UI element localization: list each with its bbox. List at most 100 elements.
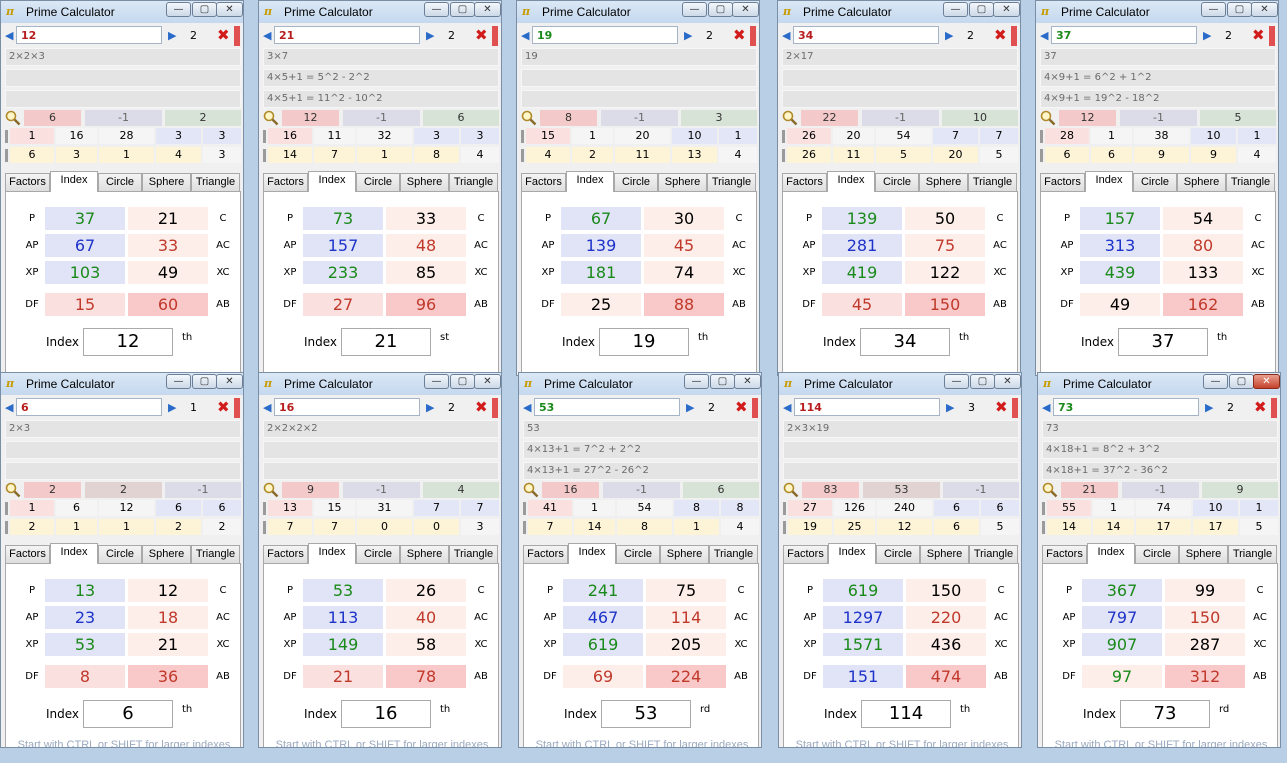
tab-index[interactable]: Index — [828, 543, 876, 564]
next-number-icon[interactable]: ▶ — [946, 401, 954, 414]
previous-number-icon[interactable]: ◀ — [263, 29, 271, 42]
index-input[interactable]: 37 — [1118, 328, 1208, 356]
title-bar[interactable]: π Prime Calculator — ▢ ✕ — [778, 1, 1020, 23]
tab-factors[interactable]: Factors — [1040, 173, 1085, 191]
tab-index[interactable]: Index — [308, 171, 356, 192]
close-window-button[interactable]: ✕ — [734, 374, 761, 389]
maximize-button[interactable]: ▢ — [1227, 2, 1252, 17]
search-icon[interactable] — [782, 110, 798, 126]
previous-number-icon[interactable]: ◀ — [783, 401, 791, 414]
clear-icon[interactable]: ✖ — [1254, 398, 1267, 416]
next-number-icon[interactable]: ▶ — [168, 29, 176, 42]
tab-sphere[interactable]: Sphere — [142, 173, 191, 191]
tab-factors[interactable]: Factors — [523, 545, 568, 563]
tab-circle[interactable]: Circle — [616, 545, 660, 563]
search-icon[interactable] — [1042, 482, 1058, 498]
next-number-icon[interactable]: ▶ — [426, 401, 434, 414]
tab-index[interactable]: Index — [50, 543, 98, 564]
tab-sphere[interactable]: Sphere — [920, 545, 969, 563]
next-number-icon[interactable]: ▶ — [945, 29, 953, 42]
close-window-button[interactable]: ✕ — [1253, 374, 1280, 389]
tab-factors[interactable]: Factors — [783, 545, 828, 563]
minimize-button[interactable]: — — [166, 374, 191, 389]
tab-sphere[interactable]: Sphere — [142, 545, 191, 563]
clear-icon[interactable]: ✖ — [994, 26, 1007, 44]
close-window-button[interactable]: ✕ — [993, 2, 1020, 17]
tab-circle[interactable]: Circle — [875, 173, 919, 191]
clear-icon[interactable]: ✖ — [735, 398, 748, 416]
index-input[interactable]: 16 — [341, 700, 431, 728]
search-icon[interactable] — [5, 482, 21, 498]
previous-number-icon[interactable]: ◀ — [5, 401, 13, 414]
number-input[interactable]: 34 — [793, 26, 939, 44]
tab-circle[interactable]: Circle — [98, 173, 142, 191]
tab-factors[interactable]: Factors — [521, 173, 566, 191]
number-input[interactable]: 12 — [16, 26, 162, 44]
clear-icon[interactable]: ✖ — [217, 398, 230, 416]
number-input[interactable]: 53 — [534, 398, 680, 416]
previous-number-icon[interactable]: ◀ — [523, 401, 531, 414]
index-input[interactable]: 34 — [860, 328, 950, 356]
index-input[interactable]: 114 — [861, 700, 951, 728]
close-window-button[interactable]: ✕ — [732, 2, 759, 17]
tab-index[interactable]: Index — [1087, 543, 1135, 564]
previous-number-icon[interactable]: ◀ — [1040, 29, 1048, 42]
clear-icon[interactable]: ✖ — [995, 398, 1008, 416]
clear-icon[interactable]: ✖ — [475, 26, 488, 44]
maximize-button[interactable]: ▢ — [1229, 374, 1254, 389]
maximize-button[interactable]: ▢ — [192, 374, 217, 389]
minimize-button[interactable]: — — [682, 2, 707, 17]
index-input[interactable]: 73 — [1120, 700, 1210, 728]
tab-index[interactable]: Index — [308, 543, 356, 564]
number-input[interactable]: 37 — [1051, 26, 1197, 44]
maximize-button[interactable]: ▢ — [969, 2, 994, 17]
next-number-icon[interactable]: ▶ — [168, 401, 176, 414]
previous-number-icon[interactable]: ◀ — [782, 29, 790, 42]
next-number-icon[interactable]: ▶ — [684, 29, 692, 42]
tab-circle[interactable]: Circle — [876, 545, 920, 563]
tab-triangle[interactable]: Triangle — [707, 173, 756, 191]
tab-factors[interactable]: Factors — [782, 173, 827, 191]
number-input[interactable]: 19 — [532, 26, 678, 44]
minimize-button[interactable]: — — [1203, 374, 1228, 389]
search-icon[interactable] — [783, 482, 799, 498]
clear-icon[interactable]: ✖ — [475, 398, 488, 416]
previous-number-icon[interactable]: ◀ — [1042, 401, 1050, 414]
minimize-button[interactable]: — — [424, 2, 449, 17]
tab-index[interactable]: Index — [827, 171, 875, 192]
tab-triangle[interactable]: Triangle — [191, 545, 240, 563]
title-bar[interactable]: π Prime Calculator — ▢ ✕ — [1038, 373, 1280, 395]
maximize-button[interactable]: ▢ — [450, 2, 475, 17]
tab-circle[interactable]: Circle — [356, 173, 400, 191]
next-number-icon[interactable]: ▶ — [686, 401, 694, 414]
number-input[interactable]: 114 — [794, 398, 940, 416]
number-input[interactable]: 16 — [274, 398, 420, 416]
tab-triangle[interactable]: Triangle — [1228, 545, 1277, 563]
tab-sphere[interactable]: Sphere — [919, 173, 968, 191]
minimize-button[interactable]: — — [943, 2, 968, 17]
search-icon[interactable] — [523, 482, 539, 498]
close-window-button[interactable]: ✕ — [474, 2, 501, 17]
close-window-button[interactable]: ✕ — [994, 374, 1021, 389]
minimize-button[interactable]: — — [166, 2, 191, 17]
search-icon[interactable] — [521, 110, 537, 126]
tab-sphere[interactable]: Sphere — [1179, 545, 1228, 563]
clear-icon[interactable]: ✖ — [217, 26, 230, 44]
tab-index[interactable]: Index — [1085, 171, 1133, 192]
title-bar[interactable]: π Prime Calculator — ▢ ✕ — [519, 373, 761, 395]
maximize-button[interactable]: ▢ — [970, 374, 995, 389]
title-bar[interactable]: π Prime Calculator — ▢ ✕ — [779, 373, 1021, 395]
next-number-icon[interactable]: ▶ — [426, 29, 434, 42]
previous-number-icon[interactable]: ◀ — [521, 29, 529, 42]
tab-factors[interactable]: Factors — [263, 173, 308, 191]
search-icon[interactable] — [263, 482, 279, 498]
previous-number-icon[interactable]: ◀ — [263, 401, 271, 414]
title-bar[interactable]: π Prime Calculator — ▢ ✕ — [517, 1, 759, 23]
title-bar[interactable]: π Prime Calculator — ▢ ✕ — [1036, 1, 1278, 23]
number-input[interactable]: 21 — [274, 26, 420, 44]
clear-icon[interactable]: ✖ — [1252, 26, 1265, 44]
tab-sphere[interactable]: Sphere — [660, 545, 709, 563]
tab-triangle[interactable]: Triangle — [1226, 173, 1275, 191]
tab-factors[interactable]: Factors — [5, 173, 50, 191]
tab-triangle[interactable]: Triangle — [709, 545, 758, 563]
